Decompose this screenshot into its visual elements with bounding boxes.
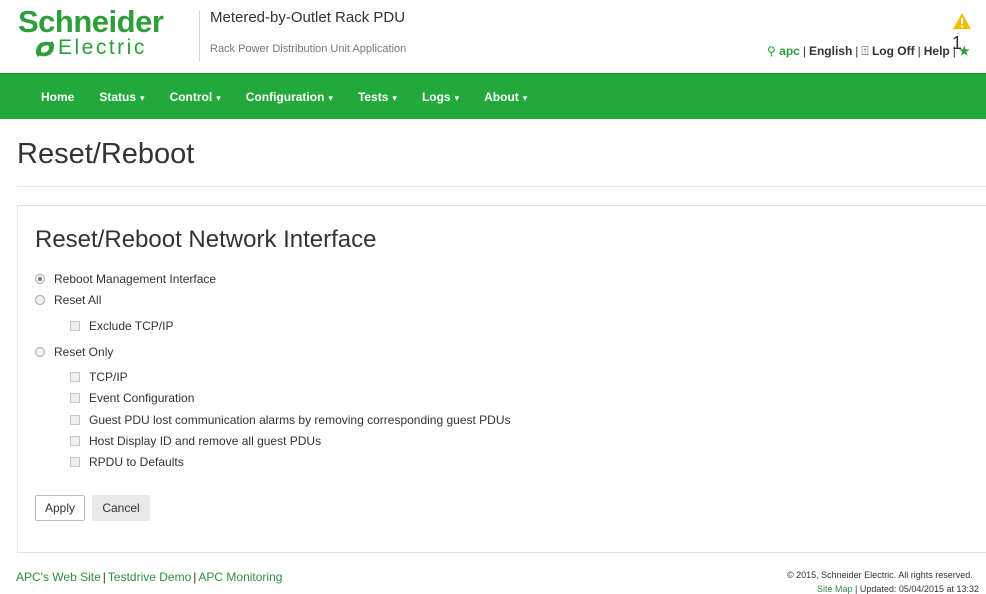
option-event-configuration[interactable]: Event Configuration <box>70 391 194 405</box>
option-label: Reset All <box>54 293 102 307</box>
footer-meta: Site Map | Updated: 05/04/2015 at 13:32 <box>817 584 979 594</box>
nav-about-label: About <box>484 89 519 104</box>
option-tcpip[interactable]: TCP/IP <box>70 370 128 384</box>
footer-link-testdrive-demo[interactable]: Testdrive Demo <box>108 570 191 584</box>
option-label: Guest PDU lost communication alarms by r… <box>89 413 511 427</box>
radio-reboot-management[interactable] <box>35 274 45 284</box>
nav-tests[interactable]: Tests ▾ <box>345 90 409 104</box>
option-label: RPDU to Defaults <box>89 455 184 469</box>
logoff-icon: ⍐ <box>861 44 869 58</box>
checkbox-event-configuration[interactable] <box>70 393 80 403</box>
nav-configuration-label: Configuration <box>245 89 325 104</box>
footer-link-apc-web-site[interactable]: APC's Web Site <box>16 570 101 584</box>
option-reset-only[interactable]: Reset Only <box>35 345 113 359</box>
utility-links: ⚲ apc | English | ⍐ Log Off | Help | ★ <box>767 44 970 59</box>
nav-control[interactable]: Control ▾ <box>157 90 233 104</box>
electric-mark-icon <box>36 41 54 57</box>
checkbox-guest-pdu-lost[interactable] <box>70 415 80 425</box>
option-label: Host Display ID and remove all guest PDU… <box>89 434 322 448</box>
warning-icon <box>953 13 971 29</box>
nav-logs[interactable]: Logs ▾ <box>409 90 471 104</box>
chevron-down-icon: ▾ <box>216 92 221 103</box>
nav-tests-label: Tests <box>357 89 389 104</box>
checkbox-exclude-tcpip[interactable] <box>70 321 80 331</box>
chevron-down-icon: ▾ <box>522 92 528 103</box>
option-guest-pdu-lost[interactable]: Guest PDU lost communication alarms by r… <box>70 413 511 427</box>
chevron-down-icon: ▾ <box>454 92 460 103</box>
cancel-button[interactable]: Cancel <box>92 495 150 521</box>
radio-reset-only[interactable] <box>35 347 45 357</box>
option-reboot-management[interactable]: Reboot Management Interface <box>35 272 216 286</box>
nav-logs-label: Logs <box>421 89 451 104</box>
divider: | <box>102 570 106 584</box>
help-link[interactable]: Help <box>924 44 950 58</box>
option-reset-all[interactable]: Reset All <box>35 293 101 307</box>
checkbox-rpdu-defaults[interactable] <box>70 457 80 467</box>
divider: | <box>802 44 806 58</box>
option-rpdu-defaults[interactable]: RPDU to Defaults <box>70 455 184 469</box>
divider: | <box>917 44 921 58</box>
checkbox-host-display-id[interactable] <box>70 436 80 446</box>
nav-control-label: Control <box>169 89 213 104</box>
header-divider <box>199 10 200 62</box>
updated-text: | Updated: 05/04/2015 at 13:32 <box>855 584 979 594</box>
option-label: Reset Only <box>54 345 114 359</box>
divider: | <box>193 570 197 584</box>
divider: | <box>855 44 859 58</box>
checkbox-tcpip[interactable] <box>70 372 80 382</box>
star-icon[interactable]: ★ <box>959 44 970 58</box>
logo-text-electric: Electric <box>58 36 147 59</box>
language-link[interactable]: English <box>809 44 852 58</box>
divider: | <box>952 44 956 58</box>
option-label: Reboot Management Interface <box>54 272 217 286</box>
nav-configuration[interactable]: Configuration ▾ <box>233 90 345 104</box>
option-label: Exclude TCP/IP <box>89 319 174 333</box>
nav-status-label: Status <box>99 89 137 104</box>
nav-home-label: Home <box>41 89 75 104</box>
reset-reboot-panel: Reset/Reboot Network Interface Reboot Ma… <box>17 205 986 553</box>
logo-text-schneider: Schneider <box>18 4 164 39</box>
user-link[interactable]: apc <box>779 44 800 58</box>
chevron-down-icon: ▾ <box>328 92 333 103</box>
schneider-logo[interactable]: Schneider Electric <box>18 4 164 59</box>
radio-reset-all[interactable] <box>35 295 45 305</box>
title-divider <box>17 186 986 187</box>
product-subtitle: Rack Power Distribution Unit Application <box>210 43 407 55</box>
site-map-link[interactable]: Site Map <box>817 584 853 594</box>
option-exclude-tcpip[interactable]: Exclude TCP/IP <box>70 319 173 333</box>
user-icon: ⚲ <box>767 44 776 58</box>
chevron-down-icon: ▾ <box>140 92 145 103</box>
chevron-down-icon: ▾ <box>392 92 397 103</box>
apply-button[interactable]: Apply <box>35 495 85 521</box>
option-label: Event Configuration <box>89 391 195 405</box>
header: Schneider Electric Metered-by-Outlet Rac… <box>0 0 986 73</box>
nav-home[interactable]: Home <box>28 90 86 104</box>
main-nav: Home Status ▾ Control ▾ Configuration ▾ Tes… <box>0 73 986 119</box>
product-name: Metered-by-Outlet Rack PDU <box>210 9 406 26</box>
nav-status[interactable]: Status ▾ <box>86 90 156 104</box>
panel-title: Reset/Reboot Network Interface <box>35 226 377 253</box>
option-host-display-id[interactable]: Host Display ID and remove all guest PDU… <box>70 434 321 448</box>
nav-about[interactable]: About ▾ <box>471 90 539 104</box>
option-label: TCP/IP <box>89 370 128 384</box>
footer-links: APC's Web Site | Testdrive Demo | APC Monito… <box>16 570 282 584</box>
copyright-text: © 2015, Schneider Electric. All rights r… <box>787 570 973 580</box>
logoff-link[interactable]: Log Off <box>872 44 915 58</box>
footer-link-apc-monitoring[interactable]: APC Monitoring <box>198 570 282 584</box>
page-title: Reset/Reboot <box>17 138 195 170</box>
